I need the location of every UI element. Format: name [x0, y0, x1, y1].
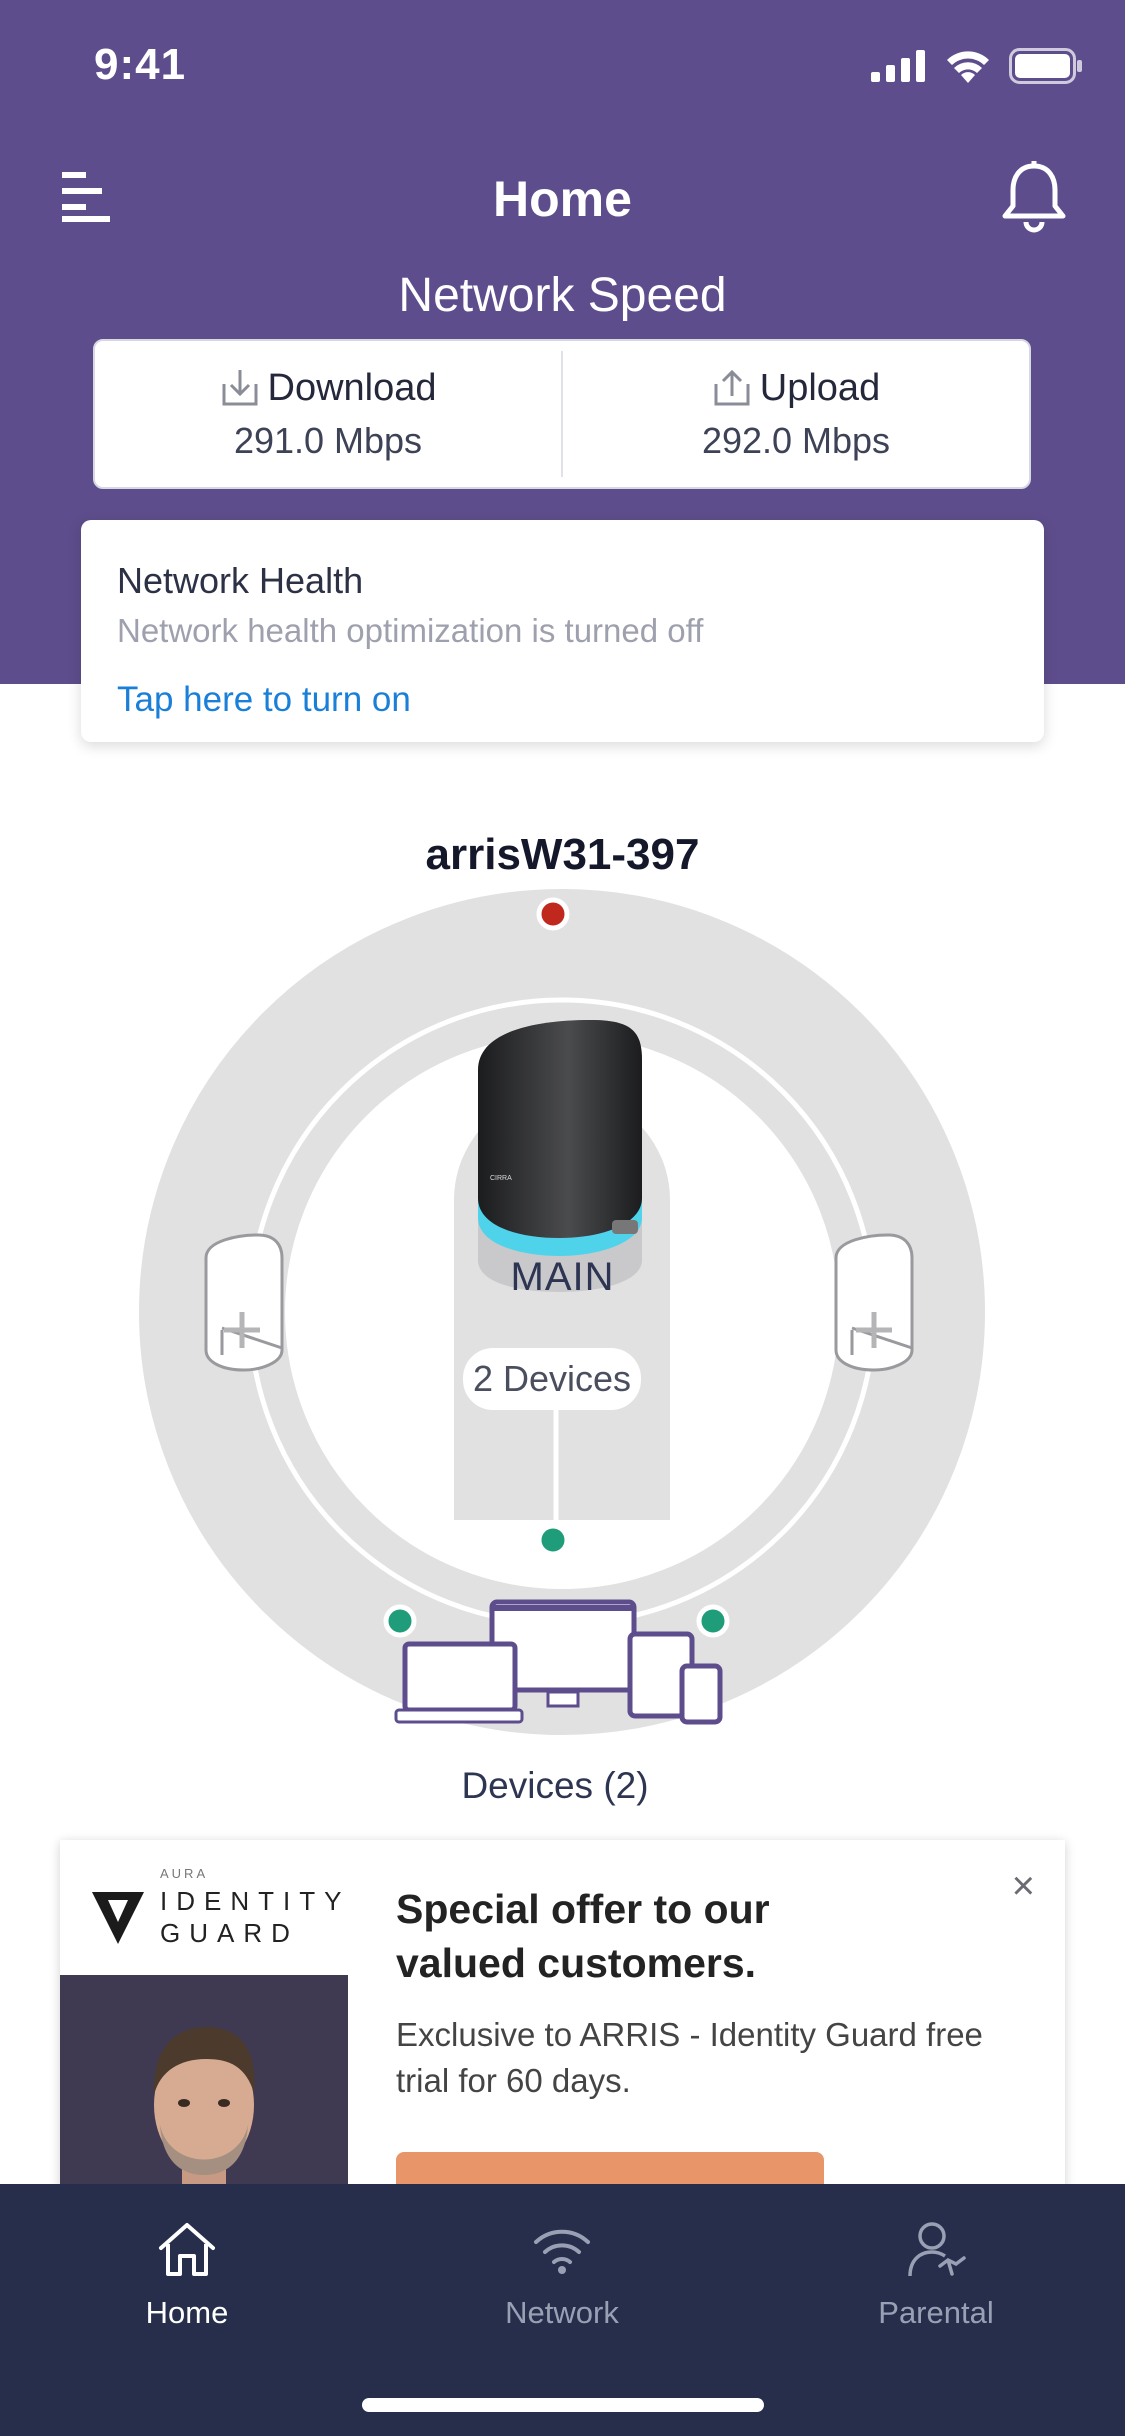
upload-value: 292.0 Mbps: [701, 419, 891, 461]
notification-bell-icon[interactable]: [999, 160, 1069, 234]
wifi-status-icon: [947, 51, 989, 83]
identity-guard-logo-icon: [92, 1892, 144, 1944]
network-name: arrisW31-397: [425, 830, 700, 879]
ad-title: Special offer to our valued customers.: [396, 1886, 770, 1986]
ad-brand-line1: IDENTITY: [160, 1886, 351, 1916]
tab-parental-label: Parental: [878, 2295, 994, 2330]
tab-network[interactable]: Network: [452, 2220, 672, 2331]
speed-card: Download 291.0 Mbps Upload 292.0 Mbps: [93, 339, 1031, 489]
ad-brand-line2: GUARD: [160, 1918, 299, 1948]
devices-label[interactable]: Devices (2): [0, 1765, 1110, 1807]
status-time: 9:41: [94, 40, 187, 89]
download-icon: [222, 370, 257, 406]
ad-aura-text: AURA: [160, 1866, 209, 1881]
tab-parental[interactable]: Parental: [826, 2220, 1046, 2331]
main-router[interactable]: CIRRA: [478, 1020, 642, 1292]
page-title: Home: [493, 171, 632, 227]
cellular-signal-icon: [871, 50, 925, 82]
ad-close-icon[interactable]: ×: [1012, 1864, 1035, 1909]
main-status-dot: [536, 897, 570, 931]
device-dot-left: [383, 1604, 417, 1638]
download-value: 291.0 Mbps: [233, 419, 423, 461]
upload-speed: Upload 292.0 Mbps: [563, 341, 1029, 487]
home-icon: [159, 2223, 215, 2276]
device-dot-right: [696, 1604, 730, 1638]
svg-text:CIRRA: CIRRA: [490, 1175, 512, 1182]
health-subtitle: Network health optimization is turned of…: [117, 612, 704, 649]
network-health-card[interactable]: Network Health Network health optimizati…: [81, 520, 1044, 742]
ad-logo: AURA IDENTITY GUARD: [60, 1840, 348, 1975]
turn-on-link[interactable]: Tap here to turn on: [117, 680, 411, 720]
device-dot-center: [536, 1523, 570, 1557]
tab-home[interactable]: Home: [77, 2220, 297, 2331]
devices-count-pill[interactable]: 2 Devices: [463, 1348, 641, 1410]
tab-network-label: Network: [505, 2295, 619, 2330]
home-indicator: [362, 2398, 764, 2412]
upload-label: Upload: [759, 366, 881, 409]
ad-text: Exclusive to ARRIS - Identity Guard free…: [396, 2016, 983, 2099]
wifi-icon: [534, 2229, 590, 2274]
health-title: Network Health: [117, 560, 364, 601]
tab-home-label: Home: [145, 2295, 229, 2330]
download-speed: Download 291.0 Mbps: [95, 341, 561, 487]
battery-icon: [1009, 48, 1082, 84]
upload-icon: [714, 369, 750, 406]
download-label: Download: [267, 366, 437, 409]
parental-icon: [908, 2222, 966, 2277]
status-icons: [871, 48, 1083, 84]
main-router-label: MAIN: [510, 1255, 615, 1299]
network-speed-heading: Network Speed: [398, 269, 727, 322]
